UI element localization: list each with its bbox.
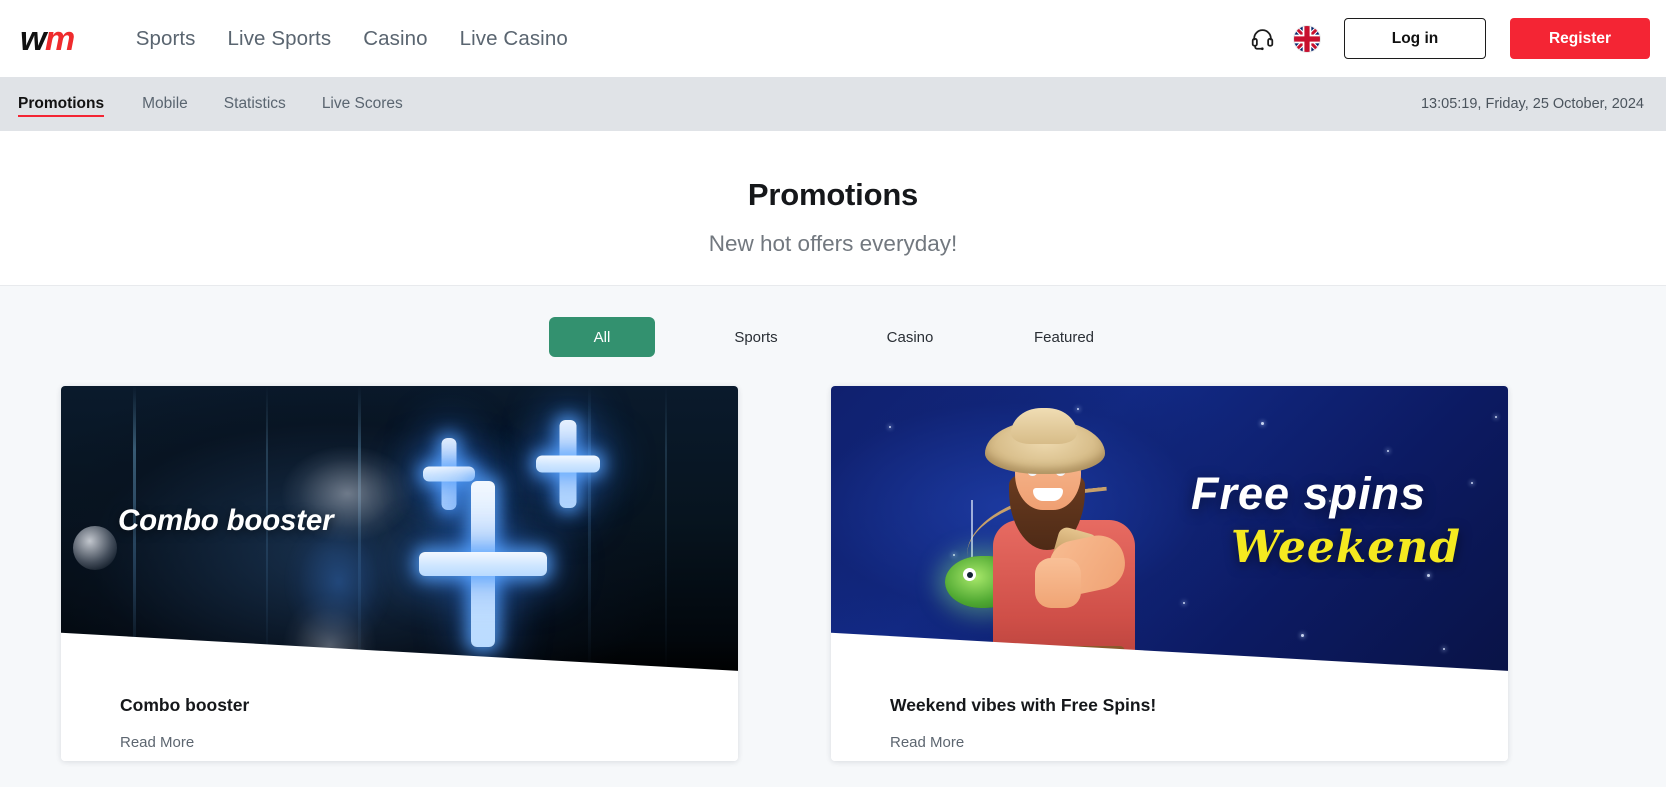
uk-flag-icon	[1294, 25, 1320, 52]
promotion-filter-tabs: All Sports Casino Featured	[0, 317, 1666, 357]
fisherman-character	[945, 408, 1177, 675]
light-stripe	[665, 386, 667, 675]
character-hand	[1035, 558, 1081, 608]
promotion-card-free-spins[interactable]: Free spins Weekend Weekend vibes with Fr…	[831, 386, 1508, 761]
nav-sports[interactable]: Sports	[136, 21, 212, 57]
login-button[interactable]: Log in	[1344, 18, 1486, 59]
read-more-link[interactable]: Read More	[120, 734, 194, 751]
filter-tab-casino[interactable]: Casino	[857, 317, 963, 357]
banner-headline: Free spins	[1191, 468, 1427, 519]
logo-text-w: w	[20, 19, 46, 58]
read-more-link[interactable]: Read More	[890, 734, 964, 751]
register-button[interactable]: Register	[1510, 18, 1650, 59]
promotion-card-body: Weekend vibes with Free Spins! Read More	[831, 675, 1508, 761]
header-actions: Log in Register	[1242, 18, 1650, 59]
nav-casino[interactable]: Casino	[347, 21, 443, 57]
filter-tab-all[interactable]: All	[549, 317, 655, 357]
filter-tab-featured[interactable]: Featured	[1011, 317, 1117, 357]
promotion-card-combo-booster[interactable]: Combo booster Combo booster Read More	[61, 386, 738, 761]
character-belt	[1005, 646, 1125, 668]
support-button[interactable]	[1242, 19, 1282, 59]
language-selector[interactable]	[1294, 25, 1320, 52]
site-logo[interactable]: wm	[18, 19, 75, 58]
subnav-item-live-scores[interactable]: Live Scores	[304, 77, 421, 131]
fish-eye	[963, 568, 976, 581]
sub-navigation-bar: Promotions Mobile Statistics Live Scores…	[0, 77, 1666, 131]
subnav-item-mobile[interactable]: Mobile	[124, 77, 206, 131]
headset-icon	[1251, 29, 1273, 51]
nav-live-casino[interactable]: Live Casino	[444, 21, 584, 57]
page-title: Promotions	[747, 177, 919, 212]
subnav-item-promotions[interactable]: Promotions	[18, 77, 124, 131]
promotion-banner-combo-booster: Combo booster	[61, 386, 738, 675]
banner-subheadline: Weekend	[1231, 522, 1462, 573]
subnav-item-statistics[interactable]: Statistics	[206, 77, 304, 131]
promotions-grid: Combo booster Combo booster Read More Fr…	[0, 357, 1666, 761]
logo-text-m: m	[44, 19, 75, 58]
hero-section: Promotions New hot offers everyday!	[0, 131, 1666, 286]
fishing-line	[971, 500, 973, 560]
sub-navigation: Promotions Mobile Statistics Live Scores	[18, 77, 421, 131]
promotion-card-body: Combo booster Read More	[61, 675, 738, 761]
main-navigation: Sports Live Sports Casino Live Casino	[136, 21, 584, 57]
football-icon	[73, 526, 117, 570]
character-mouth	[1033, 488, 1063, 501]
current-datetime: 13:05:19, Friday, 25 October, 2024	[1420, 96, 1644, 112]
main-content: All Sports Casino Featured Combo booster…	[0, 286, 1666, 787]
promotion-banner-free-spins: Free spins Weekend	[831, 386, 1508, 675]
top-header: wm Sports Live Sports Casino Live Casino	[0, 0, 1666, 77]
cowboy-hat-crown	[1011, 408, 1077, 444]
plus-icon	[419, 481, 547, 647]
promotion-title: Combo booster	[120, 695, 250, 715]
page-subtitle: New hot offers everyday!	[708, 231, 958, 256]
nav-live-sports[interactable]: Live Sports	[212, 21, 348, 57]
filter-tab-sports[interactable]: Sports	[703, 317, 809, 357]
banner-headline: Combo booster	[118, 504, 334, 537]
promotion-title: Weekend vibes with Free Spins!	[890, 695, 1157, 715]
